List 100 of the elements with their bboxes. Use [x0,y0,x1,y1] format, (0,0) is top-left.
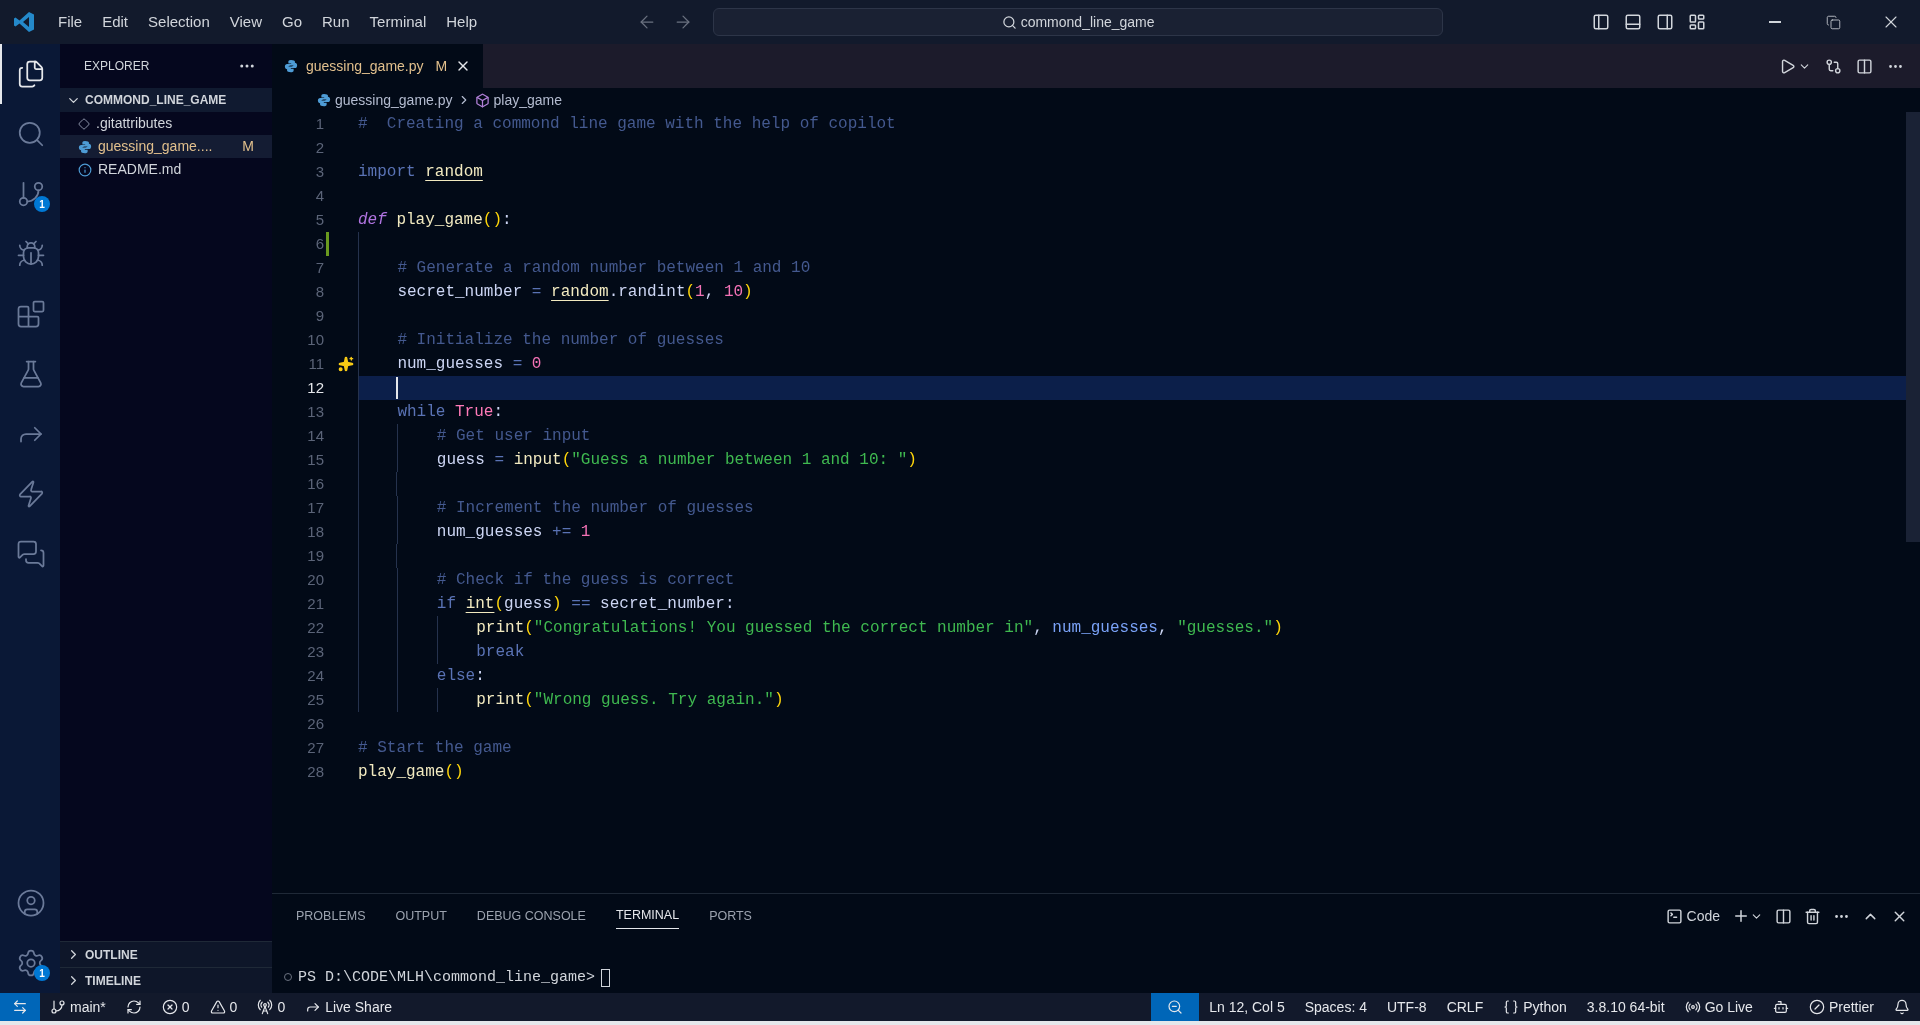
line-number: 24 [306,666,324,686]
prohibited-icon [1808,999,1825,1015]
menu-item[interactable]: File [48,10,93,34]
code-line: # Check if the guess is correct [358,568,735,592]
lightning-icon [16,479,46,509]
chat-icon [16,539,46,569]
split-terminal-icon[interactable] [1775,907,1792,925]
toggle-secondary-sidebar-icon[interactable] [1656,13,1674,31]
status-bar-item[interactable]: UTF-8 [1376,993,1437,1021]
menu-item[interactable]: Go [272,10,312,34]
panel-tab[interactable]: PORTS [709,903,752,929]
run-icon[interactable] [1779,57,1796,75]
line-number: 16 [306,474,324,494]
code-line: # Get user input [358,424,591,448]
line-number: 7 [314,258,324,278]
new-terminal-icon[interactable] [1732,907,1750,925]
warning-icon [209,999,226,1015]
explorer-tree-item[interactable]: README.md [60,158,272,181]
line-number: 22 [306,618,324,638]
panel-tab[interactable]: TERMINAL [615,903,680,929]
breadcrumb-item[interactable]: play_game [493,89,563,111]
trash-icon[interactable] [1804,907,1821,925]
zoom-out-icon [1167,999,1184,1015]
menu-item[interactable]: Selection [138,10,220,34]
code-line: # Initialize the number of guesses [358,328,724,352]
git-status-label: M [435,56,448,76]
folder-header[interactable]: COMMOND_LINE_GAME [60,88,272,112]
cube-icon [474,92,490,108]
activity-bar-item[interactable]: 1 [0,164,60,224]
line-number: 23 [306,642,324,662]
code-line: # Increment the number of guesses [358,496,754,520]
panel-tab[interactable]: OUTPUT [395,903,447,929]
terminal-cursor [601,969,611,987]
status-bar-item[interactable]: Go Live [1674,993,1763,1021]
status-bar-item[interactable]: main* [40,993,116,1021]
bell-icon [1894,999,1910,1015]
toggle-panel-icon[interactable] [1624,13,1642,31]
code-line: print("Congratulations! You guessed the correct number in", num_guesses, "guesses.") [358,616,1283,640]
status-bar-item[interactable]: CRLF [1436,993,1494,1021]
terminal-icon [1665,907,1683,925]
terminal-profile-button[interactable]: Code [1665,905,1720,927]
status-bar-item[interactable]: Python [1493,993,1577,1021]
explorer-tree-item[interactable]: .gitattributes [60,112,272,135]
section-header[interactable]: OUTLINE [60,941,272,967]
line-number: 19 [306,546,324,566]
menu-item[interactable]: Edit [92,10,139,34]
source-control-icon [16,179,46,209]
line-number: 9 [314,306,324,326]
code-line: if int(guess) == secret_number: [358,592,735,616]
line-number: 21 [306,594,324,614]
section-header[interactable]: TIMELINE [60,967,272,993]
split-editor-icon[interactable] [1856,57,1873,75]
line-number: 15 [306,450,324,470]
notification-badge: 1 [34,965,50,981]
line-number: 10 [306,330,324,350]
editor-tab[interactable]: guessing_game.py M [272,44,484,88]
menu-item[interactable]: Run [312,10,360,34]
status-bar-item[interactable]: Ln 12, Col 5 [1199,993,1295,1021]
code-line: # Generate a random number between 1 and 10 [358,256,811,280]
status-bar-item[interactable]: 3.8.10 64-bit [1576,993,1675,1021]
code-line: # Start the game [358,738,512,759]
restore-icon [1825,14,1841,30]
settings-icon [16,948,46,978]
python-icon [317,93,331,107]
activity-bar-item[interactable]: 1 [0,933,60,993]
extensions-icon [16,299,46,329]
layout-icon[interactable] [1688,13,1706,31]
status-bar-item[interactable]: 0 [199,993,248,1021]
toggle-sidebar-icon[interactable] [1592,13,1610,31]
line-number: 4 [314,186,324,206]
menu-item[interactable]: Help [436,10,488,34]
braces-icon [1503,999,1520,1015]
line-number: 20 [306,570,324,590]
panel-tab[interactable]: PROBLEMS [296,903,366,929]
branch-icon [50,999,66,1015]
menu-item[interactable]: View [219,10,272,34]
line-number: 12 [306,378,324,398]
command-center-field[interactable]: commond_line_game [713,8,1444,36]
app-logo-icon [12,10,36,34]
explorer-tree-item[interactable]: guessing_game.... M [60,135,272,158]
status-bar-item[interactable]: 0 [247,993,296,1021]
line-number: 2 [314,138,324,158]
error-icon [161,999,178,1015]
python-icon [284,59,298,73]
antenna-icon [257,999,274,1015]
line-number: 14 [306,426,324,446]
status-bar-item[interactable]: Prettier [1798,993,1884,1021]
python-icon [78,139,92,154]
code-line: import random [358,162,483,183]
status-bar-item[interactable]: Spaces: 4 [1294,993,1377,1021]
code-line: def play_game(): [358,210,512,231]
menu-item[interactable]: Terminal [359,10,437,34]
compare-changes-icon[interactable] [1825,57,1842,75]
account-icon [16,888,46,918]
breadcrumb-item[interactable]: guessing_game.py [335,89,453,111]
code-line: while True: [358,400,504,424]
line-number: 6 [314,234,324,254]
panel-tab[interactable]: DEBUG CONSOLE [476,903,586,929]
status-bar-item[interactable]: 0 [151,993,200,1021]
status-bar-item[interactable]: Live Share [295,993,403,1021]
